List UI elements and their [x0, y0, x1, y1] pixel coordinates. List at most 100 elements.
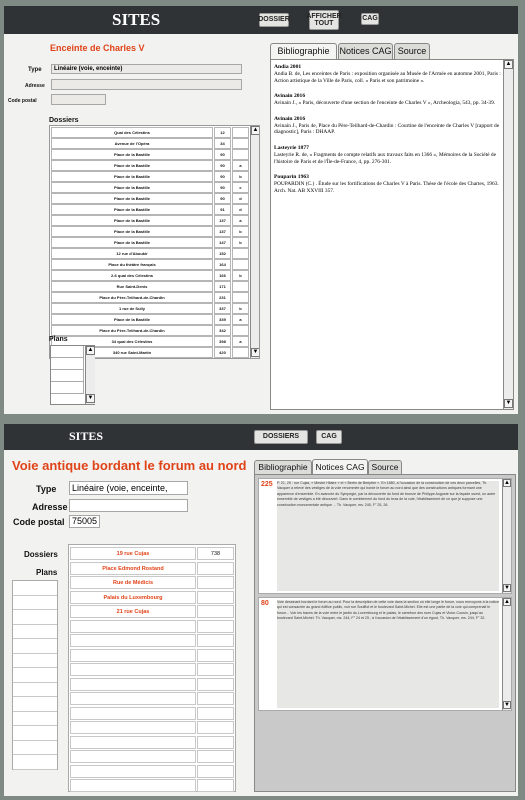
plans-row[interactable]	[13, 697, 57, 712]
bibliography-scrollbar[interactable]: ▲ ▼	[503, 60, 513, 409]
dossier-row[interactable]: Quai des Célestins 12	[51, 127, 249, 138]
plans-row[interactable]	[13, 596, 57, 610]
plans-row[interactable]	[13, 639, 57, 654]
dossier-row[interactable]: 2-6 quai des Célestins 166 b	[51, 270, 249, 281]
dossier-row[interactable]	[70, 663, 234, 676]
dossier-row[interactable]: Avenue de l'Opéra 34	[51, 138, 249, 149]
bottom-adresse-field[interactable]	[69, 499, 188, 512]
top-type-value: Linéaire (voie, enceinte)	[54, 66, 123, 72]
dossier-number: 90	[214, 182, 231, 193]
dossier-number	[197, 590, 234, 604]
top-adresse-field[interactable]	[51, 79, 242, 90]
dossier-row[interactable]: Place de la Bastille 90 b	[51, 171, 249, 182]
dossier-row[interactable]: 19 rue Cujas 738	[70, 547, 234, 560]
dossier-row[interactable]	[70, 648, 234, 662]
dossier-row[interactable]	[70, 779, 234, 792]
dossier-address: Place de la Bastille	[51, 149, 213, 160]
bottom-cag-button[interactable]: CAG	[316, 430, 342, 444]
plans-row[interactable]	[13, 712, 57, 726]
bottom-code-postal-value: 75005	[72, 516, 98, 526]
dossier-row[interactable]: Place de la Bastille 90 a	[51, 160, 249, 171]
scroll-up-icon[interactable]: ▲	[504, 60, 513, 69]
dossier-row[interactable]: Palais du Luxembourg	[70, 590, 234, 604]
plans-row[interactable]	[13, 610, 57, 625]
dossier-row[interactable]: Place de la Bastille 147 b	[51, 237, 249, 248]
top-plans-row[interactable]	[51, 370, 84, 382]
dossiers-button[interactable]: DOSSIERS	[254, 430, 308, 444]
top-plans-row[interactable]	[51, 358, 84, 370]
scroll-down-icon[interactable]: ▼	[503, 701, 511, 709]
top-tab-source[interactable]: Source	[394, 43, 430, 59]
dossier-row[interactable]	[70, 619, 234, 633]
dossier-row[interactable]: Place de la Bastille 137 b	[51, 226, 249, 237]
top-plans-scrollbar[interactable]: ▲ ▼	[85, 346, 95, 404]
dossier-row[interactable]	[70, 764, 234, 778]
bottom-tab-notices-cag[interactable]: Notices CAG	[312, 459, 368, 474]
bottom-code-postal-field[interactable]: 75005	[69, 515, 100, 528]
scroll-up-icon[interactable]: ▲	[503, 479, 511, 487]
plans-row[interactable]	[13, 726, 57, 741]
dossier-row[interactable]	[70, 721, 234, 734]
dossier-address: Rue Saint-Denis	[51, 281, 213, 292]
dossier-row[interactable]: Place de la Bastille 90 c	[51, 182, 249, 193]
dossier-number	[197, 779, 234, 792]
dossier-row[interactable]: Place de la Bastille 90 d	[51, 193, 249, 204]
dossier-suffix: b	[232, 171, 249, 182]
scroll-down-icon[interactable]: ▼	[504, 399, 513, 408]
afficher-tout-button[interactable]: AFFICHER TOUT	[306, 10, 342, 30]
dossier-row[interactable]: 1 rue de Sully 337 b	[51, 303, 249, 314]
bottom-tab-bibliographie[interactable]: Bibliographie	[254, 460, 312, 474]
dossier-row[interactable]: Place du théâtre français 164	[51, 259, 249, 270]
dossier-row[interactable]: Place du Père-Teilhard-de-Chardin 342	[51, 325, 249, 336]
top-plans-row[interactable]	[51, 382, 84, 394]
top-dossiers-scrollbar[interactable]: ▲ ▼	[250, 126, 259, 358]
dossier-address: Avenue de l'Opéra	[51, 138, 213, 149]
dossier-suffix: b	[232, 303, 249, 314]
dossier-number	[197, 750, 234, 763]
scroll-up-icon[interactable]: ▲	[251, 126, 259, 135]
dossier-row[interactable]: Place du Père-Teilhard-de-Chardin 231	[51, 292, 249, 303]
dossier-row[interactable]	[70, 692, 234, 705]
dossier-row[interactable]	[70, 735, 234, 749]
dossier-row[interactable]: Place de la Bastille 91 d	[51, 204, 249, 215]
plans-row[interactable]	[13, 625, 57, 639]
scroll-up-icon[interactable]: ▲	[86, 346, 95, 355]
dossier-row[interactable]: 21 rue Cujas	[70, 605, 234, 618]
cag-button[interactable]: CAG	[361, 13, 379, 25]
dossier-row[interactable]: Place Edmond Rostand	[70, 561, 234, 575]
scroll-down-icon[interactable]: ▼	[503, 584, 511, 592]
scroll-up-icon[interactable]: ▲	[503, 598, 511, 606]
top-tab-bibliographie[interactable]: Bibliographie	[270, 43, 337, 59]
plans-row[interactable]	[13, 654, 57, 668]
plans-row[interactable]	[13, 741, 57, 755]
bottom-tab-source[interactable]: Source	[368, 460, 402, 474]
dossier-row[interactable]: Place de la Bastille 137 a	[51, 215, 249, 226]
dossier-row[interactable]: Rue de Médicis	[70, 576, 234, 589]
dossier-button[interactable]: DOSSIER	[258, 13, 290, 27]
bottom-adresse-label: Adresse	[32, 502, 68, 512]
scroll-down-icon[interactable]: ▼	[251, 348, 259, 357]
dossier-row[interactable]	[70, 706, 234, 720]
notice-scrollbar[interactable]: ▲ ▼	[502, 598, 511, 710]
plans-row[interactable]	[13, 755, 57, 770]
plans-row[interactable]	[13, 668, 57, 683]
dossier-row[interactable]	[70, 677, 234, 691]
dossier-row[interactable]: Place de la Bastille 339 a	[51, 314, 249, 325]
notice-scrollbar[interactable]: ▲ ▼	[502, 479, 511, 593]
top-type-field[interactable]: Linéaire (voie, enceinte)	[51, 64, 242, 74]
dossier-row[interactable]	[70, 750, 234, 763]
scroll-down-icon[interactable]: ▼	[86, 394, 95, 403]
dossier-row[interactable]: Rue Saint-Denis 171	[51, 281, 249, 292]
top-tab-notices-cag[interactable]: Notices CAG	[338, 43, 393, 59]
bottom-site-title: Voie antique bordant le forum au nord	[12, 458, 247, 473]
plans-row[interactable]	[13, 581, 57, 596]
top-code-postal-field[interactable]	[51, 94, 106, 105]
bottom-type-field[interactable]: Linéaire (voie, enceinte,	[69, 481, 188, 495]
top-plans-row[interactable]	[51, 346, 84, 358]
dossier-row[interactable]: 12 rue d'Aboukir 152	[51, 248, 249, 259]
dossier-row[interactable]: Place de la Bastille 90	[51, 149, 249, 160]
dossier-number: 90	[214, 160, 231, 171]
plans-row[interactable]	[13, 683, 57, 697]
bibliography-entry-head: Avinain 2016	[274, 93, 306, 100]
dossier-row[interactable]	[70, 634, 234, 647]
